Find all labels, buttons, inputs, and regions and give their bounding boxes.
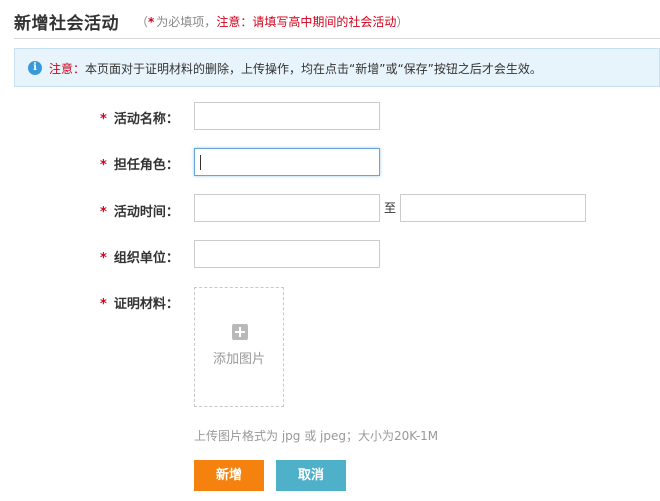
role-input[interactable] [194, 148, 380, 176]
text-caret [200, 155, 201, 170]
proof-label: * 证明材料： [100, 297, 179, 312]
required-mark: * [100, 251, 107, 266]
activity-name-input[interactable] [194, 102, 380, 130]
organizer-input[interactable] [194, 240, 380, 268]
page-title: 新增社会活动 [14, 14, 119, 34]
required-mark: * [148, 15, 155, 29]
plus-icon [232, 324, 248, 340]
upload-format-note: 上传图片格式为 jpg 或 jpeg；大小为20K-1M [194, 429, 439, 443]
info-icon: i [28, 61, 42, 75]
cancel-button[interactable]: 取消 [276, 460, 346, 491]
hint-notice: 注意：请填写高中期间的社会活动 [216, 15, 397, 29]
upload-label: 添加图片 [212, 352, 265, 367]
required-mark: * [100, 112, 107, 127]
required-mark: * [100, 297, 107, 312]
alert-label: 注意： [49, 62, 86, 76]
page-header: 新增社会活动 （* 为必填项，注意：请填写高中期间的社会活动） [14, 8, 660, 39]
activity-start-input[interactable] [194, 194, 380, 222]
required-mark: * [100, 205, 107, 220]
activity-time-label: * 活动时间： [100, 205, 179, 220]
required-hint: （* 为必填项，注意：请填写高中期间的社会活动） [136, 13, 408, 30]
alert-message: 注意：本页面对于证明材料的删除，上传操作，均在点击“新增”或“保存”按钮之后才会… [49, 60, 542, 77]
required-mark: * [100, 158, 107, 173]
notice-alert: i 注意：本页面对于证明材料的删除，上传操作，均在点击“新增”或“保存”按钮之后… [14, 48, 660, 87]
alert-text: 本页面对于证明材料的删除，上传操作，均在点击“新增”或“保存”按钮之后才会生效。 [85, 62, 542, 76]
add-image-upload[interactable]: 添加图片 [194, 287, 284, 407]
date-range-separator: 至 [384, 201, 397, 215]
hint-required-text: 为必填项， [156, 15, 217, 29]
hint-close: ） [396, 15, 409, 29]
add-button[interactable]: 新增 [194, 460, 264, 491]
activity-name-label: * 活动名称： [100, 112, 179, 127]
role-label: * 担任角色： [100, 158, 179, 173]
hint-open: （ [136, 15, 149, 29]
organizer-label: * 组织单位： [100, 251, 179, 266]
activity-end-input[interactable] [400, 194, 586, 222]
